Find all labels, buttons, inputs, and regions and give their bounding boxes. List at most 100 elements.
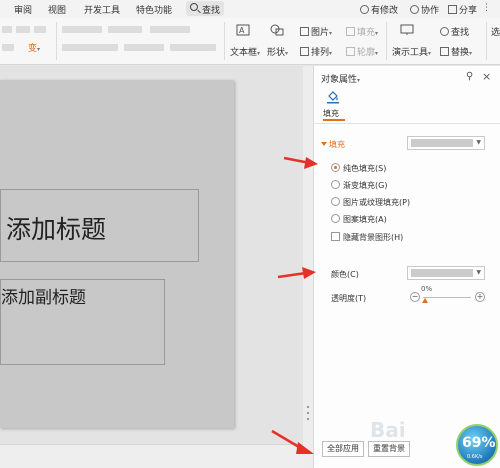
paragraph-control bbox=[170, 44, 216, 51]
pane-title[interactable]: 对象属性▾ bbox=[321, 72, 360, 85]
close-icon[interactable]: × bbox=[482, 70, 491, 83]
replace-button[interactable]: 替换▾ bbox=[440, 45, 472, 58]
radio-picture-fill[interactable] bbox=[331, 197, 340, 206]
changes-label: 有修改 bbox=[371, 6, 399, 16]
outline-button[interactable]: 轮廓▾ bbox=[346, 45, 378, 58]
title-placeholder[interactable]: 添加标题 bbox=[0, 189, 199, 262]
changes-icon bbox=[360, 5, 369, 14]
option-gradient-fill[interactable]: 渐变填充(G) bbox=[343, 180, 387, 191]
pane-title-text: 对象属性 bbox=[321, 75, 358, 85]
picture-label: 图片 bbox=[311, 28, 330, 38]
subtitle-placeholder[interactable]: 添加副标题 bbox=[0, 279, 165, 365]
presentation-tools-icon bbox=[400, 24, 414, 35]
arrange-icon bbox=[300, 47, 309, 56]
speed-ball-widget[interactable]: 69% 0.6K/s bbox=[456, 424, 498, 466]
share-button[interactable]: 分享 bbox=[448, 3, 477, 16]
object-properties-pane: 对象属性▾ ⚲ × 填充 填充 ▼ 纯色填充(S) 渐变填充(G) 图片或纹理填… bbox=[313, 66, 500, 468]
font-control bbox=[34, 26, 46, 33]
textbox-label: 文本框 bbox=[230, 48, 258, 58]
outline-label: 轮廓 bbox=[357, 48, 376, 58]
menu-developer-tools[interactable]: 开发工具 bbox=[84, 3, 120, 16]
title-placeholder-text: 添加标题 bbox=[6, 215, 107, 244]
transparency-value: 0% bbox=[421, 285, 433, 293]
textbox-icon: A bbox=[236, 24, 250, 36]
share-icon bbox=[448, 5, 457, 14]
find-button[interactable]: 查找 bbox=[440, 25, 469, 38]
presentation-tools-label: 演示工具 bbox=[392, 48, 429, 58]
paragraph-control bbox=[62, 44, 118, 51]
apply-all-button[interactable]: 全部应用 bbox=[322, 441, 364, 457]
svg-text:A: A bbox=[239, 26, 245, 35]
toolbar-overflow[interactable]: 选 bbox=[491, 25, 500, 38]
toolbar-separator bbox=[486, 22, 487, 60]
find-label: 查找 bbox=[451, 28, 470, 38]
ribbon-toolbar: 变▾ A 文本框▾ 形状▾ 图片▾ 填充▾ 排列▾ 轮廓▾ 演示工具▾ 查找 替… bbox=[0, 18, 500, 65]
fill-color-dropdown[interactable]: ▼ bbox=[407, 136, 485, 150]
arrange-button[interactable]: 排列▾ bbox=[300, 45, 332, 58]
presentation-tools-button[interactable]: 演示工具▾ bbox=[392, 45, 431, 58]
color-label: 颜色(C) bbox=[331, 270, 359, 279]
shape-icon bbox=[270, 24, 284, 36]
splitter-grip bbox=[307, 418, 309, 420]
radio-pattern-fill[interactable] bbox=[331, 214, 340, 223]
paragraph-control bbox=[124, 44, 164, 51]
paragraph-control bbox=[150, 26, 190, 33]
color-dropdown[interactable]: ▼ bbox=[407, 266, 485, 280]
more-menu-icon[interactable]: ⋮ bbox=[482, 3, 491, 13]
font-control bbox=[16, 26, 30, 33]
tab-fill[interactable]: 填充 bbox=[323, 108, 339, 119]
fill-icon bbox=[346, 27, 355, 36]
fill-label: 填充 bbox=[357, 28, 376, 38]
search-icon bbox=[190, 3, 198, 11]
toolbar-separator bbox=[56, 22, 57, 60]
annotation-arrow bbox=[271, 429, 314, 454]
replace-icon bbox=[440, 47, 449, 56]
paint-bucket-icon[interactable] bbox=[326, 90, 340, 104]
changes-button[interactable]: 有修改 bbox=[360, 3, 398, 16]
chevron-down-icon: ▼ bbox=[476, 139, 481, 146]
pin-icon[interactable]: ⚲ bbox=[466, 71, 473, 82]
speed-percent: 69% bbox=[462, 435, 496, 451]
menu-bar: 审阅 视图 开发工具 特色功能 查找 有修改 协作 分享 ⋮ bbox=[0, 0, 500, 18]
radio-gradient-fill[interactable] bbox=[331, 180, 340, 189]
chevron-down-icon: ▼ bbox=[476, 269, 481, 276]
collaborate-button[interactable]: 协作 bbox=[410, 3, 439, 16]
plus-icon[interactable]: + bbox=[475, 292, 485, 302]
transparency-label: 透明度(T) bbox=[331, 294, 367, 303]
radio-solid-fill[interactable] bbox=[331, 163, 340, 172]
watermark-text: Bai bbox=[370, 418, 406, 442]
paragraph-control bbox=[62, 26, 102, 33]
search-button[interactable]: 查找 bbox=[186, 1, 224, 16]
menu-review[interactable]: 审阅 bbox=[14, 3, 32, 16]
option-picture-fill[interactable]: 图片或纹理填充(P) bbox=[343, 197, 410, 208]
menu-view[interactable]: 视图 bbox=[48, 3, 66, 16]
divider bbox=[314, 123, 500, 124]
option-hide-background[interactable]: 隐藏背景图形(H) bbox=[343, 232, 403, 243]
fill-section-heading[interactable]: 填充 bbox=[321, 139, 345, 150]
search-label: 查找 bbox=[202, 6, 221, 16]
minus-icon[interactable]: − bbox=[410, 292, 420, 302]
splitter-grip bbox=[307, 406, 309, 408]
picture-icon bbox=[300, 27, 309, 36]
toolbar-separator bbox=[224, 22, 225, 60]
option-pattern-fill[interactable]: 图案填充(A) bbox=[343, 214, 387, 225]
splitter-grip bbox=[307, 412, 309, 414]
share-label: 分享 bbox=[459, 6, 478, 16]
textbox-button[interactable]: 文本框▾ bbox=[230, 45, 260, 58]
watermark: Bai bbox=[370, 418, 456, 446]
collaborate-icon bbox=[410, 5, 419, 14]
checkbox-hide-background[interactable] bbox=[331, 232, 340, 241]
font-color-icon[interactable]: 变▾ bbox=[28, 41, 40, 54]
transparency-slider[interactable] bbox=[423, 297, 471, 298]
annotation-arrow bbox=[283, 156, 318, 169]
shape-button[interactable]: 形状▾ bbox=[267, 45, 288, 58]
slider-thumb[interactable] bbox=[422, 298, 428, 303]
collapse-triangle-icon bbox=[321, 142, 327, 146]
paragraph-control bbox=[108, 26, 142, 33]
fill-button[interactable]: 填充▾ bbox=[346, 25, 378, 38]
status-bar bbox=[0, 444, 303, 468]
option-solid-fill[interactable]: 纯色填充(S) bbox=[343, 163, 386, 174]
picture-button[interactable]: 图片▾ bbox=[300, 25, 332, 38]
menu-special-features[interactable]: 特色功能 bbox=[136, 3, 172, 16]
collaborate-label: 协作 bbox=[421, 6, 440, 16]
